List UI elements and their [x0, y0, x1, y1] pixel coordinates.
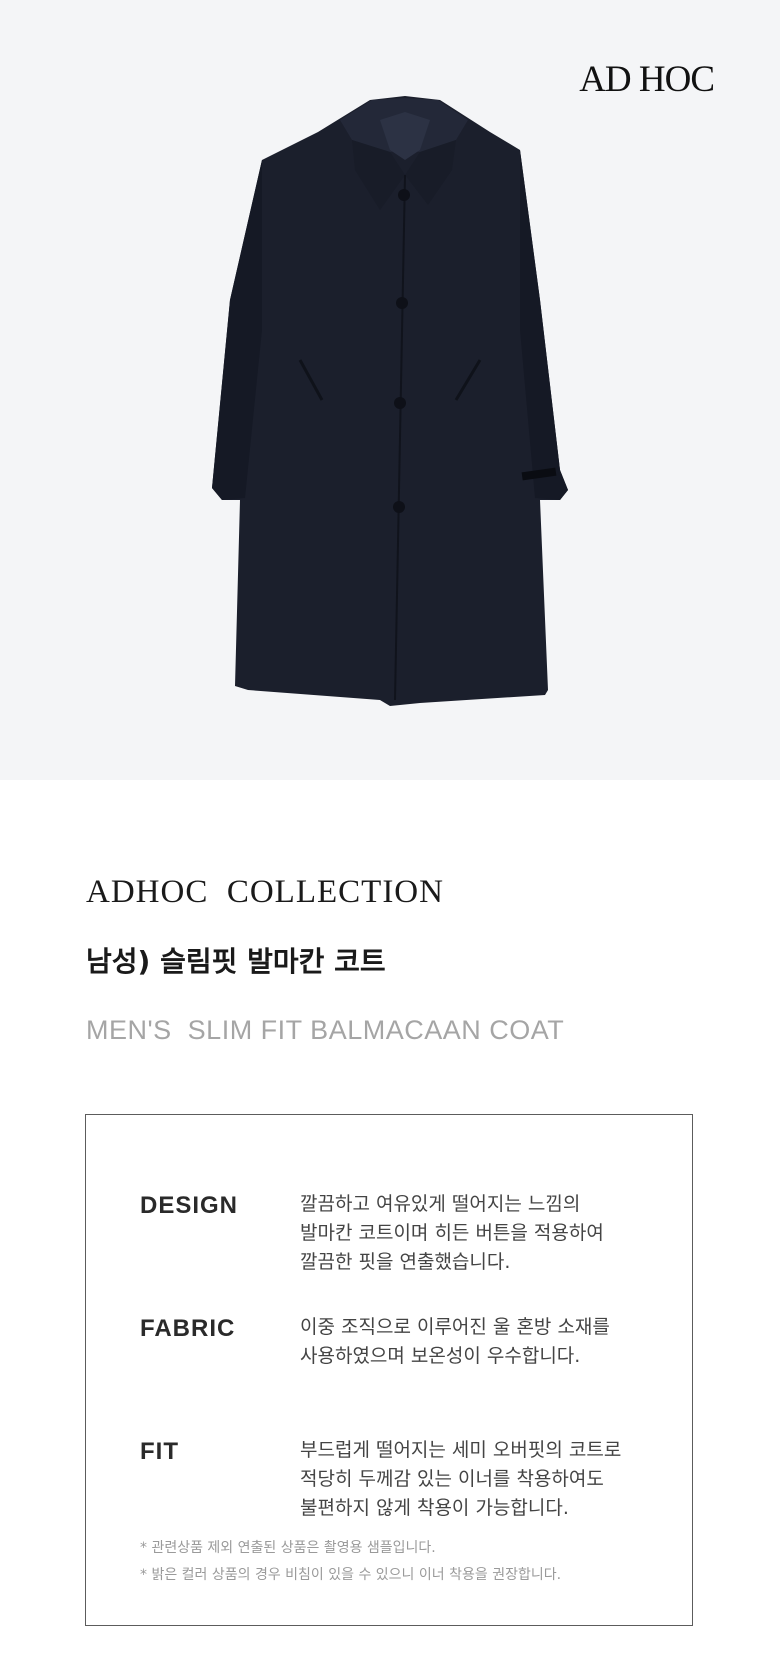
spec-text-fabric: 이중 조직으로 이루어진 울 혼방 소재를 사용하였으며 보온성이 우수합니다.	[300, 1316, 610, 1367]
spec-label-fabric: FABRIC	[140, 1315, 236, 1342]
spec-text-fit: 부드럽게 떨어지는 세미 오버핏의 코트로 적당히 두께감 있는 이너를 착용하…	[300, 1439, 622, 1519]
coat-image	[0, 0, 780, 780]
collection-heading: ADHOC COLLECTION	[86, 874, 444, 910]
sample-note: * 관련상품 제외 연출된 상품은 촬영용 샘플입니다.	[140, 1540, 436, 1556]
spec-label-design: DESIGN	[140, 1192, 239, 1219]
spec-label-fit: FIT	[140, 1438, 179, 1465]
product-hero-image: AD HOC	[0, 0, 780, 780]
inner-wear-note: * 밝은 컬러 상품의 경우 비침이 있을 수 있으니 이너 착용을 권장합니다…	[140, 1567, 562, 1583]
product-title-english: MEN'S SLIM FIT BALMACAAN COAT	[86, 1015, 565, 1045]
spec-text-design: 깔끔하고 여유있게 떨어지는 느낌의 발마칸 코트이며 히든 버튼을 적용하여 …	[300, 1193, 604, 1273]
product-title-korean: 남성) 슬림핏 발마칸 코트	[86, 945, 386, 978]
brand-logo: AD HOC	[579, 59, 715, 100]
